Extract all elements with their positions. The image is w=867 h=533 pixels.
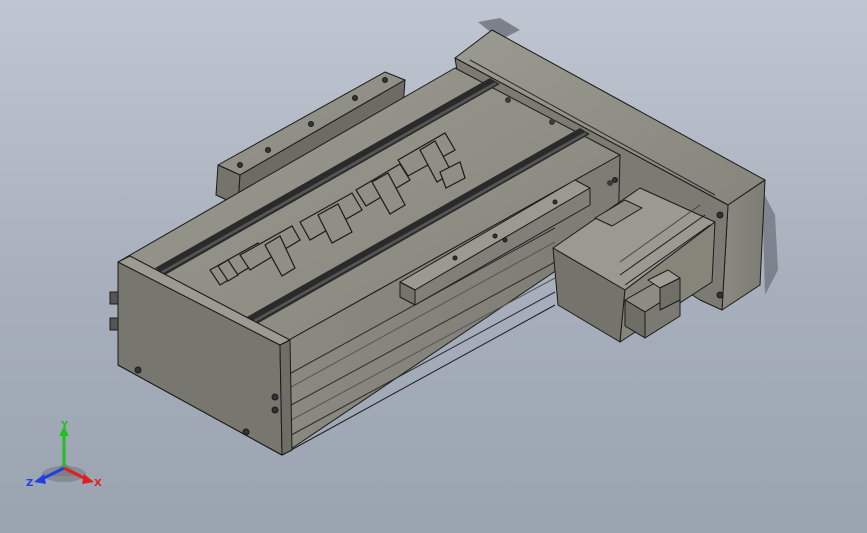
carriage-hole — [452, 255, 458, 261]
endcap-hole — [134, 366, 142, 374]
mount-hole — [308, 121, 314, 127]
mount-hole — [352, 95, 358, 101]
endcap-hole — [271, 406, 279, 414]
endcap-slot — [109, 317, 119, 331]
endcap-slot — [109, 291, 119, 305]
right-shadow — [762, 190, 778, 295]
x-axis-label: X — [94, 478, 102, 489]
motor-bolt — [716, 211, 724, 219]
carriage-hole — [552, 199, 558, 205]
motor-bolt — [612, 177, 618, 183]
endcap-hole — [271, 393, 279, 401]
linear-actuator-model[interactable] — [0, 0, 867, 533]
top-hole — [549, 119, 555, 125]
endcap-hole — [242, 428, 250, 436]
z-axis-label: Z — [26, 478, 33, 489]
top-hole — [607, 180, 613, 186]
carriage-hole — [492, 233, 498, 239]
mount-hole — [265, 147, 271, 153]
carriage-hole — [502, 237, 508, 243]
mount-hole — [382, 77, 388, 83]
mount-hole — [237, 162, 243, 168]
motor-bolt — [716, 291, 724, 299]
z-axis-arrow-head — [34, 474, 46, 484]
top-hole — [505, 97, 511, 103]
x-axis-arrow-head — [82, 474, 94, 484]
y-axis-label: Y — [60, 420, 69, 431]
orientation-triad[interactable]: Y X Z — [22, 418, 106, 494]
cad-graphics-viewport[interactable]: Y X Z — [0, 0, 867, 533]
